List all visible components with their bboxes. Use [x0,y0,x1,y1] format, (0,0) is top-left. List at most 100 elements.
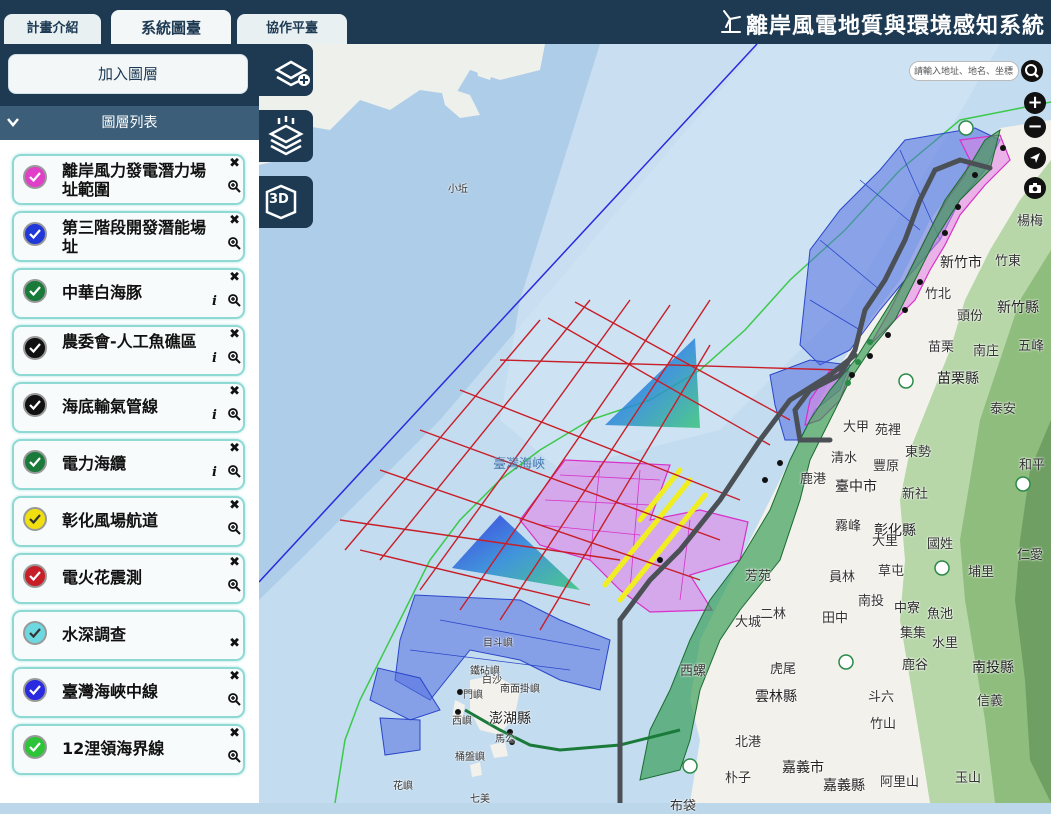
place-label: 大里 [872,534,899,549]
layer-checkbox[interactable] [23,678,47,702]
layer-item[interactable]: 電力海纜 ✖ i [12,439,245,490]
layer-name: 海底輸氣管線 [62,397,159,416]
layer-checkbox[interactable] [23,621,47,645]
layer-item[interactable]: 中華白海豚 ✖ i [12,268,245,319]
layer-item[interactable]: 電火花震測 ✖ [12,553,245,604]
add-layer-button[interactable]: 加入圖層 [8,54,248,94]
place-label: 阿里山 [880,775,920,790]
remove-layer-icon[interactable]: ✖ [229,726,240,741]
zoom-to-layer-icon[interactable] [227,520,241,539]
remove-layer-icon[interactable]: ✖ [229,636,240,651]
layer-item[interactable]: 離岸風力發電潛力場址範圍 ✖ [12,154,245,205]
check-icon [29,172,41,183]
layer-checkbox[interactable] [23,735,47,759]
zoom-out-button[interactable]: − [1024,116,1046,138]
island-label: 西嶼 [452,716,472,727]
remove-layer-icon[interactable]: ✖ [229,327,240,342]
layer-checkbox[interactable] [23,507,47,531]
place-label: 田中 [822,611,849,626]
zoom-to-layer-icon[interactable] [227,235,241,254]
place-label: 魚池 [927,607,954,622]
island-label: 白沙 [482,675,502,686]
remove-layer-icon[interactable]: ✖ [229,156,240,171]
wind-turbine-icon [720,9,742,39]
place-label: 東勢 [905,445,932,460]
tab-system-map[interactable]: 系統圖臺 [111,10,231,44]
place-label: 大甲 [843,420,870,435]
place-label: 鹿谷 [902,658,929,673]
search-button[interactable] [1021,60,1043,82]
place-label: 南投縣 [972,660,1014,676]
zoom-to-layer-icon[interactable] [227,292,241,311]
layer-stack-icon [259,116,313,166]
place-label: 集集 [900,626,927,641]
place-label: 南投 [858,594,885,609]
locate-button[interactable] [1024,147,1046,169]
zoom-to-layer-icon[interactable] [227,577,241,596]
zoom-to-layer-icon[interactable] [227,178,241,197]
layer-item[interactable]: 第三階段開發潛能場址 ✖ [12,211,245,262]
remove-layer-icon[interactable]: ✖ [229,555,240,570]
place-label: 嘉義市 [782,760,824,776]
layer-item[interactable]: 農委會-人工魚礁區 ✖ i [12,325,245,376]
screenshot-button[interactable] [1024,177,1046,199]
zoom-to-layer-icon[interactable] [227,406,241,425]
remove-layer-icon[interactable]: ✖ [229,441,240,456]
layer-stack-tool-button[interactable] [259,110,313,162]
layer-item[interactable]: 彰化風場航道 ✖ [12,496,245,547]
place-label: 新竹市 [940,255,982,271]
app-title-text: 離岸風電地質與環境感知系統 [745,14,1045,39]
zoom-to-layer-icon[interactable] [227,748,241,767]
remove-layer-icon[interactable]: ✖ [229,669,240,684]
zoom-in-button[interactable]: + [1024,92,1046,114]
place-label: 楊梅 [1017,214,1044,229]
tab-collaboration[interactable]: 協作平臺 [237,14,347,44]
remove-layer-icon[interactable]: ✖ [229,213,240,228]
layer-checkbox[interactable] [23,450,47,474]
remove-layer-icon[interactable]: ✖ [229,384,240,399]
remove-layer-icon[interactable]: ✖ [229,498,240,513]
zoom-to-layer-icon[interactable] [227,463,241,482]
layer-checkbox[interactable] [23,336,47,360]
view-3d-button[interactable]: 3D [259,176,313,228]
camera-icon [1024,183,1046,204]
layer-checkbox[interactable] [23,165,47,189]
place-label: 苗栗 [928,340,955,355]
info-icon[interactable]: i [212,351,217,366]
info-icon[interactable]: i [212,294,217,309]
top-bar: 計畫介紹 系統圖臺 協作平臺 離岸風電地質與環境感知系統 [0,0,1051,44]
search-input[interactable]: 請輸入地址、地名、坐標 [909,61,1019,81]
layer-checkbox[interactable] [23,564,47,588]
view-3d-label: 3D [269,192,289,207]
info-icon[interactable]: i [212,465,217,480]
place-label: 西螺 [680,664,707,679]
place-label: 國姓 [927,537,954,552]
map-canvas[interactable]: 新竹市 竹北 竹東 新竹縣 頭份 苗栗 南庄 五峰 苗栗縣 泰安 大甲 苑裡 東勢 清水 豐原 和平 臺中市 新社… [259,44,1051,814]
island-label: 桶盤嶼 [455,752,485,763]
check-icon [29,457,41,468]
layer-item[interactable]: 海底輸氣管線 ✖ i [12,382,245,433]
layer-checkbox[interactable] [23,393,47,417]
layer-checkbox[interactable] [23,222,47,246]
island-label: 花嶼 [393,781,413,792]
place-label: 虎尾 [770,662,797,677]
layer-name: 彰化風場航道 [62,511,159,530]
place-label: 豐原 [873,459,900,474]
layer-item[interactable]: 水深調查 ✖ [12,610,245,661]
place-label: 水里 [932,636,959,651]
island-label: 小坵 [448,184,468,195]
layer-item[interactable]: 臺灣海峽中線 ✖ [12,667,245,718]
remove-layer-icon[interactable]: ✖ [229,270,240,285]
layer-name: 電火花震測 [62,568,143,587]
zoom-to-layer-icon[interactable] [227,349,241,368]
layer-item[interactable]: 12浬領海界線 ✖ [12,724,245,775]
layer-list-header[interactable]: 圖層列表 [0,106,259,140]
island-label: 南面掛嶼 [500,684,540,695]
info-icon[interactable]: i [212,408,217,423]
tab-project-intro[interactable]: 計畫介紹 [4,14,101,44]
place-label: 竹山 [870,717,897,732]
place-label: 仁愛 [1017,548,1044,563]
layer-checkbox[interactable] [23,279,47,303]
zoom-to-layer-icon[interactable] [227,691,241,710]
add-layer-tool-button[interactable] [259,44,313,96]
